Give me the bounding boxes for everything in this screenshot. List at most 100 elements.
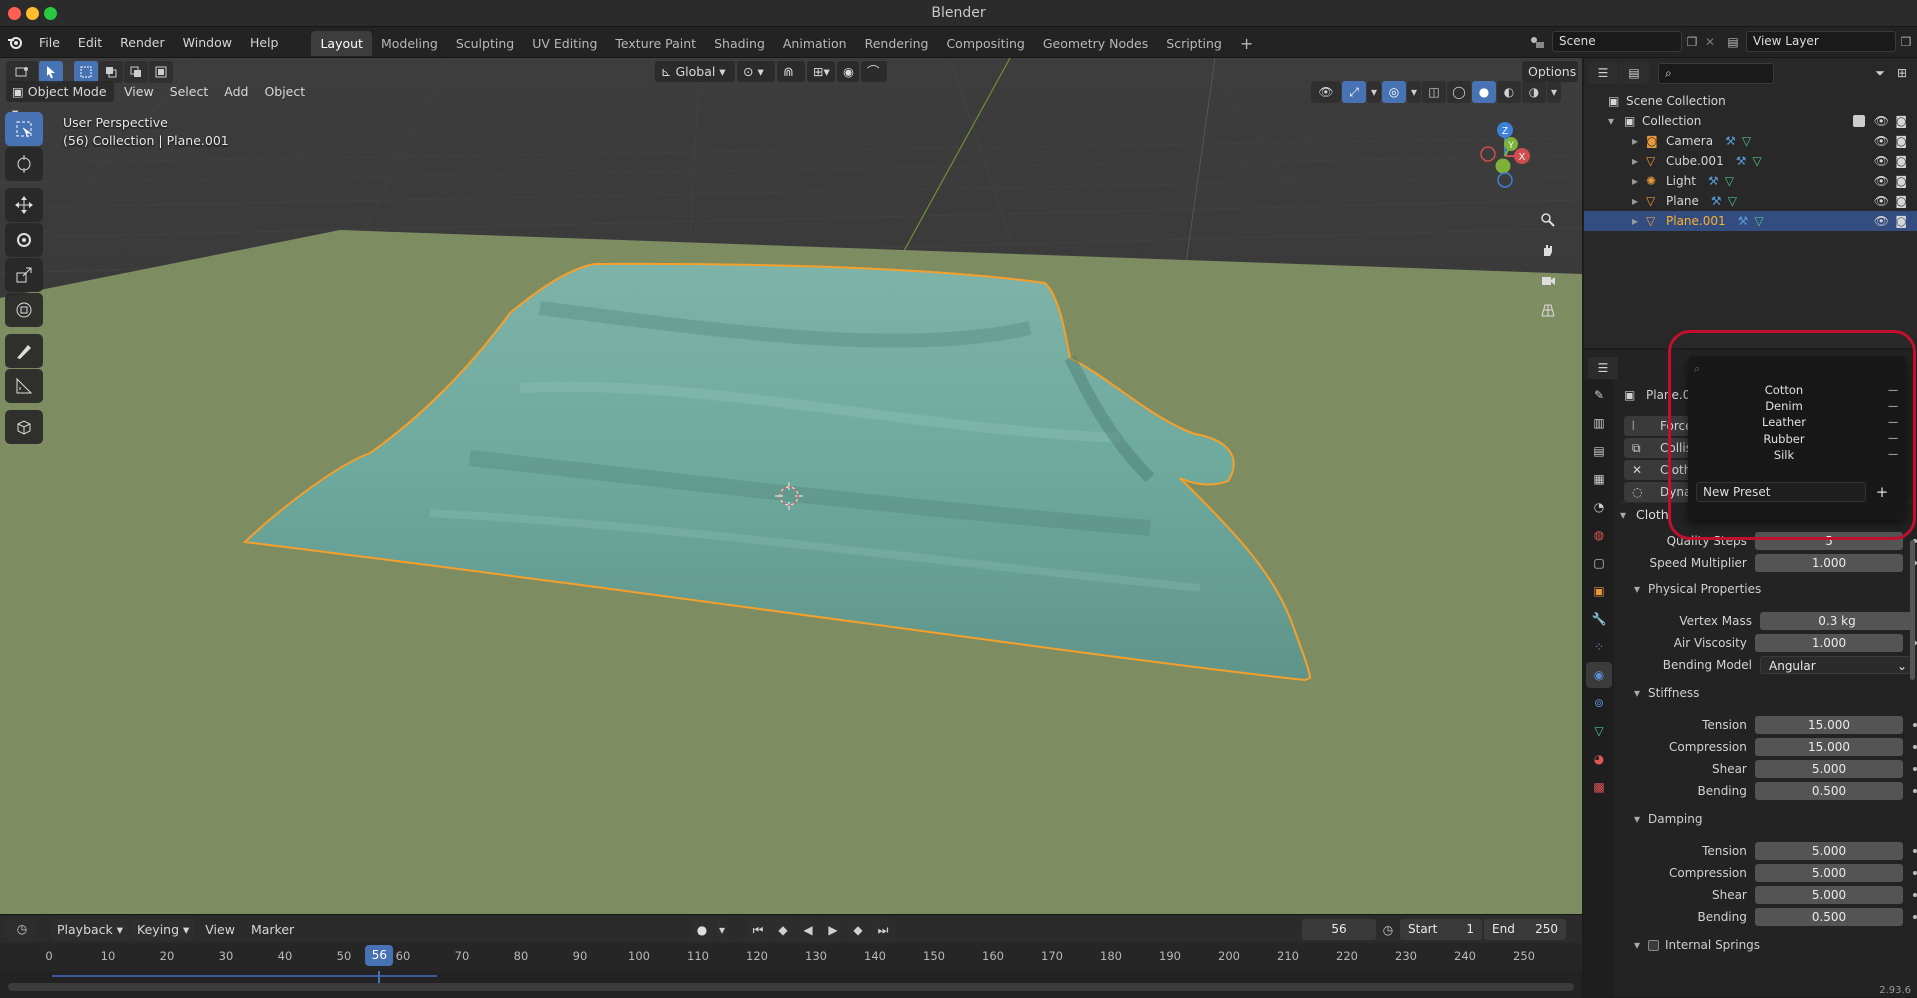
falloff-dropdown[interactable]: ⌒: [861, 61, 887, 82]
select-mode-extend-icon[interactable]: [99, 61, 123, 83]
current-frame-field[interactable]: 56: [1302, 919, 1376, 940]
outliner-item[interactable]: ▸ ▽ Plane ⚒ ▽ 👁 ◙: [1584, 191, 1917, 211]
speed-multiplier-field[interactable]: 1.000: [1754, 554, 1904, 572]
view-layer-field[interactable]: View Layer: [1746, 31, 1896, 52]
visibility-eye-icon[interactable]: 👁: [1874, 214, 1889, 228]
bending-model-dropdown[interactable]: Angular ⌄: [1760, 656, 1914, 674]
pivot-point-dropdown[interactable]: ⊙ ▾: [737, 61, 775, 82]
move-tool[interactable]: [5, 188, 43, 222]
properties-editor-type-icon[interactable]: ☰: [1588, 357, 1618, 379]
xray-toggle[interactable]: ◫: [1422, 81, 1446, 103]
copy-scene-icon[interactable]: ❐: [1682, 35, 1702, 49]
mesh-data-icon[interactable]: ▽: [1752, 154, 1761, 168]
timeline-menu-view[interactable]: View: [197, 919, 243, 940]
damping-compression-field[interactable]: 5.000: [1754, 864, 1904, 882]
timeline-menu-playback[interactable]: Playback ▾: [51, 918, 130, 940]
stiffness-tension-field[interactable]: 15.000: [1754, 716, 1904, 734]
scene-name-field[interactable]: Scene: [1552, 31, 1682, 52]
annotate-tool[interactable]: [5, 334, 43, 368]
pan-hand-icon[interactable]: [1534, 236, 1562, 264]
filter-icon[interactable]: ⏷: [1869, 66, 1891, 81]
visibility-eye-icon[interactable]: 👁: [1874, 194, 1889, 208]
viewport-menu-object[interactable]: Object: [256, 81, 313, 102]
play-reverse-button[interactable]: ◀: [796, 919, 820, 941]
damping-header[interactable]: ▾ Damping: [1634, 812, 1702, 826]
tab-scene-icon[interactable]: ◔: [1586, 494, 1612, 520]
tab-compositing[interactable]: Compositing: [937, 31, 1033, 56]
blender-logo-icon[interactable]: [0, 34, 30, 50]
tab-physics-icon[interactable]: ◉: [1586, 662, 1612, 688]
render-camera-icon[interactable]: ◙: [1895, 174, 1907, 188]
end-frame-field[interactable]: End 250: [1484, 919, 1566, 940]
gizmo-dropdown[interactable]: ▾: [1367, 81, 1381, 103]
modifier-wrench-icon[interactable]: ⚒: [1711, 194, 1722, 208]
expand-arrow-icon[interactable]: ▸: [1632, 154, 1646, 168]
preview-range-icon[interactable]: ◷: [1376, 923, 1400, 937]
zoom-icon[interactable]: [1534, 206, 1562, 234]
vertex-mass-field[interactable]: 0.3 kg: [1760, 612, 1914, 630]
modifier-wrench-icon[interactable]: ⚒: [1725, 134, 1736, 148]
stiffness-shear-field[interactable]: 5.000: [1754, 760, 1904, 778]
damping-bending-field[interactable]: 0.500: [1754, 908, 1904, 926]
select-box-tool[interactable]: [5, 112, 43, 146]
damping-shear-field[interactable]: 5.000: [1754, 886, 1904, 904]
internal-springs-header[interactable]: ▾ Internal Springs: [1634, 938, 1760, 952]
proportional-edit-toggle[interactable]: ◉: [837, 61, 859, 82]
viewport-menu-add[interactable]: Add: [216, 81, 256, 102]
render-camera-icon[interactable]: ◙: [1895, 114, 1907, 128]
menu-help[interactable]: Help: [241, 27, 288, 58]
modifier-wrench-icon[interactable]: ⚒: [1738, 214, 1749, 228]
measure-tool[interactable]: [5, 369, 43, 403]
visibility-eye-icon[interactable]: 👁: [1874, 154, 1889, 168]
start-frame-field[interactable]: Start 1: [1400, 919, 1482, 940]
mesh-data-icon[interactable]: ▽: [1725, 174, 1734, 188]
internal-springs-checkbox[interactable]: [1648, 939, 1659, 951]
keyframe-dot-icon[interactable]: [1913, 723, 1917, 727]
collapse-arrow-icon[interactable]: ▾: [1608, 114, 1624, 128]
outliner-item[interactable]: ▸ ◙ Camera ⚒ ▽ 👁 ◙: [1584, 131, 1917, 151]
stiffness-bending-field[interactable]: 0.500: [1754, 782, 1904, 800]
stiffness-header[interactable]: ▾ Stiffness: [1634, 686, 1699, 700]
timeline-menu-keying[interactable]: Keying ▾: [131, 918, 196, 940]
keyframe-dot-icon[interactable]: [1913, 789, 1917, 793]
render-camera-icon[interactable]: ◙: [1895, 194, 1907, 208]
timeline-editor-type-icon[interactable]: ◷: [6, 918, 38, 940]
tab-object-icon[interactable]: ▣: [1586, 578, 1612, 604]
tab-modifiers-icon[interactable]: 🔧: [1586, 606, 1612, 632]
expand-arrow-icon[interactable]: ▸: [1632, 214, 1646, 228]
timeline-track[interactable]: [0, 971, 1582, 998]
tab-view-layer-icon[interactable]: ▦: [1586, 466, 1612, 492]
display-mode-dropdown[interactable]: ▤: [1619, 62, 1649, 84]
add-cube-tool[interactable]: [5, 410, 43, 444]
copy-view-layer-icon[interactable]: ❐: [1896, 35, 1916, 49]
gizmo-toggle[interactable]: ⤢: [1342, 81, 1366, 103]
tab-layout[interactable]: Layout: [311, 31, 372, 56]
menu-window[interactable]: Window: [174, 27, 241, 58]
shading-material[interactable]: ◐: [1497, 81, 1521, 103]
properties-scrollbar[interactable]: [1910, 540, 1915, 680]
modifier-wrench-icon[interactable]: ⚒: [1708, 174, 1719, 188]
outliner-scene-collection[interactable]: ▣ Scene Collection: [1584, 91, 1917, 111]
delete-scene-icon[interactable]: ✕: [1702, 35, 1718, 49]
visibility-eye-icon[interactable]: 👁: [1874, 114, 1889, 128]
expand-arrow-icon[interactable]: ▸: [1632, 194, 1646, 208]
visibility-eye-icon[interactable]: 👁: [1874, 134, 1889, 148]
expand-arrow-icon[interactable]: ▸: [1632, 134, 1646, 148]
jump-start-button[interactable]: ⏮: [746, 919, 770, 941]
keyframe-dot-icon[interactable]: [1913, 893, 1917, 897]
playhead-indicator[interactable]: 56: [365, 945, 394, 966]
play-button[interactable]: ▶: [821, 919, 845, 941]
select-mode-new-icon[interactable]: [74, 61, 98, 83]
tab-texture-paint[interactable]: Texture Paint: [606, 31, 705, 56]
outliner-editor-type-icon[interactable]: ☰: [1588, 62, 1618, 84]
tab-sculpting[interactable]: Sculpting: [447, 31, 523, 56]
visibility-eye-icon[interactable]: 👁: [1874, 174, 1889, 188]
tab-material-icon[interactable]: ◕: [1586, 746, 1612, 772]
keyframe-dot-icon[interactable]: [1913, 849, 1917, 853]
keyframe-dot-icon[interactable]: [1913, 767, 1917, 771]
shading-wireframe[interactable]: ◯: [1447, 81, 1471, 103]
outliner-item[interactable]: ▸ ▽ Cube.001 ⚒ ▽ 👁 ◙: [1584, 151, 1917, 171]
keyframe-dot-icon[interactable]: [1913, 871, 1917, 875]
select-mode-invert-icon[interactable]: [149, 61, 173, 83]
timeline-scrollbar[interactable]: [8, 983, 1574, 991]
